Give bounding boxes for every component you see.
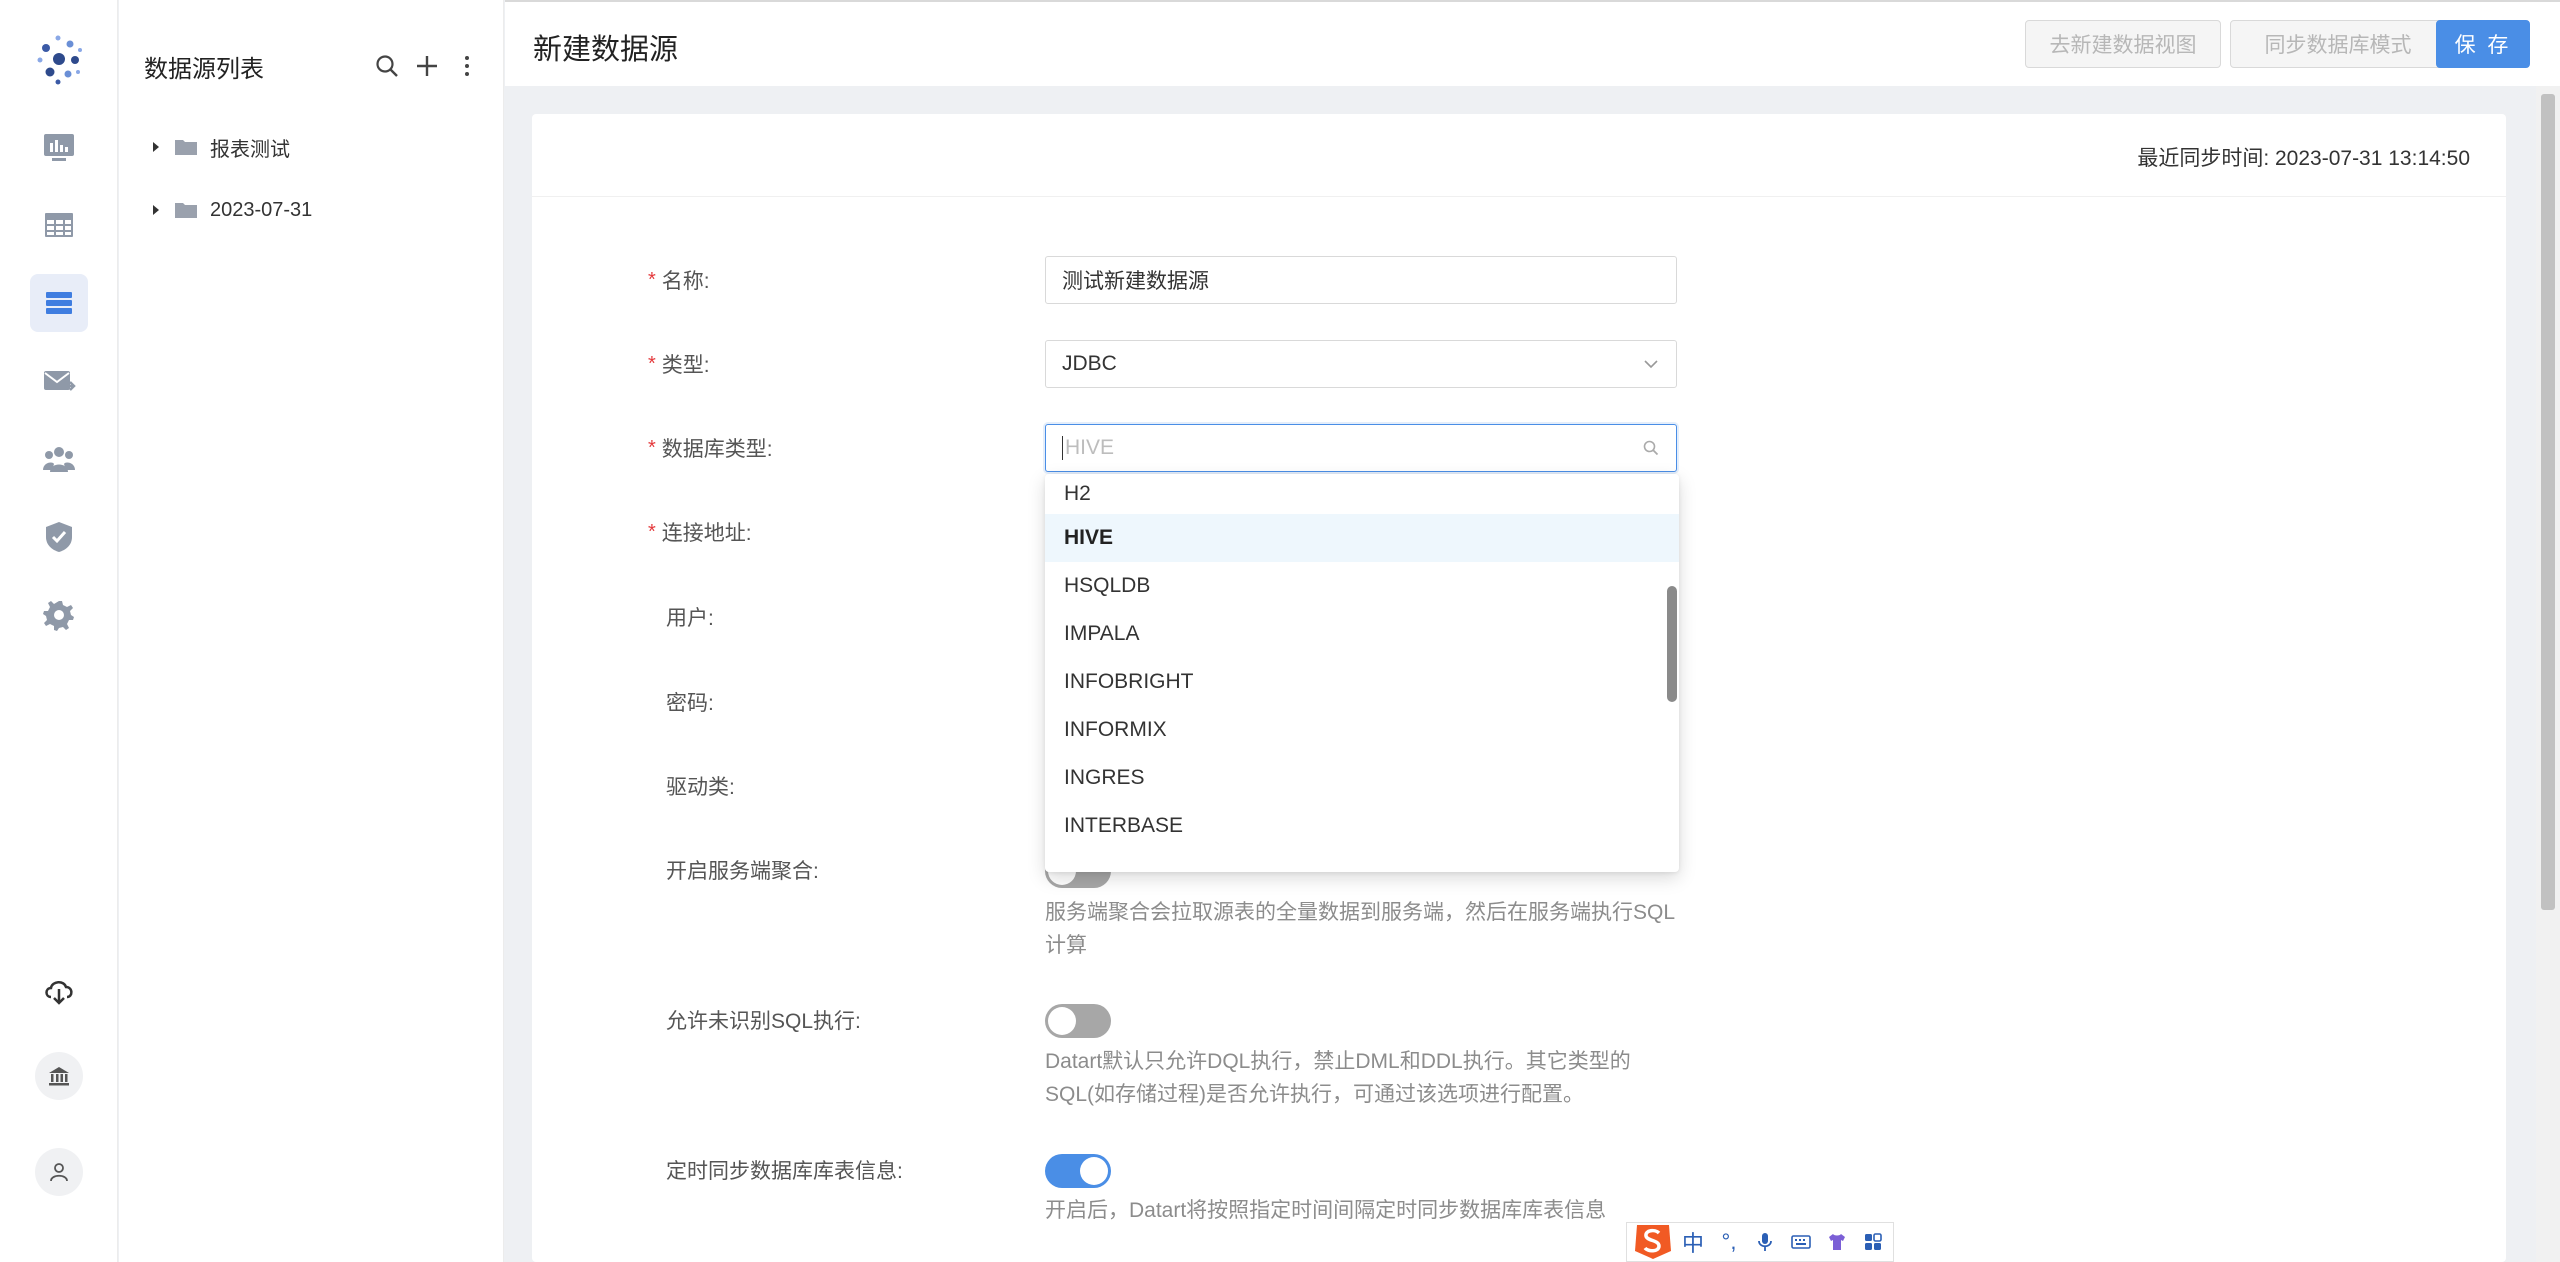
page-title: 新建数据源 bbox=[533, 34, 679, 66]
sync-schema-button[interactable]: 同步数据库模式 bbox=[2230, 20, 2446, 68]
url-label: * 连接地址: bbox=[648, 520, 752, 546]
search-button[interactable] bbox=[367, 46, 407, 86]
dropdown-option[interactable]: H2 bbox=[1045, 474, 1679, 518]
dbtype-dropdown: H2 HIVE HSQLDB IMPALA INFOBRIGHT INFORMI… bbox=[1045, 474, 1679, 872]
dropdown-option[interactable]: INGRES bbox=[1045, 754, 1679, 802]
tree-folder-item[interactable]: 2023-07-31 bbox=[144, 190, 312, 230]
add-datasource-button[interactable] bbox=[407, 46, 447, 86]
dbtype-label: * 数据库类型: bbox=[648, 436, 773, 462]
nav-members[interactable] bbox=[30, 430, 88, 488]
users-icon bbox=[43, 447, 75, 472]
more-vertical-icon bbox=[465, 56, 469, 76]
server-agg-label: 开启服务端聚合: bbox=[666, 860, 819, 883]
required-mark: * bbox=[648, 352, 656, 375]
search-icon bbox=[376, 55, 398, 77]
search-icon bbox=[1643, 440, 1659, 456]
folder-icon bbox=[175, 140, 197, 155]
sogou-ime-logo[interactable] bbox=[1631, 1221, 1675, 1261]
unknown-sql-toggle[interactable] bbox=[1045, 1004, 1111, 1038]
datasource-sidebar: 数据源列表 报表测试 2023-07-31 bbox=[119, 0, 504, 1262]
dropdown-option[interactable]: INFORMIX bbox=[1045, 706, 1679, 754]
user-label: 用户: bbox=[666, 607, 714, 630]
page-scrollbar-thumb[interactable] bbox=[2541, 94, 2555, 910]
profile-button[interactable] bbox=[35, 1148, 83, 1196]
unknown-sql-help: Datart默认只允许DQL执行，禁止DML和DDL执行。其它类型的SQL(如存… bbox=[1045, 1050, 1631, 1106]
ime-punctuation-toggle[interactable]: °, bbox=[1711, 1224, 1747, 1260]
toggle-knob bbox=[1080, 1157, 1108, 1185]
ime-keyboard[interactable] bbox=[1783, 1224, 1819, 1260]
schedule-sync-toggle[interactable] bbox=[1045, 1154, 1111, 1188]
required-mark: * bbox=[648, 436, 656, 459]
tshirt-icon bbox=[1829, 1234, 1845, 1250]
sidebar-header: 数据源列表 bbox=[144, 46, 487, 86]
last-sync-time: 最近同步时间: 2023-07-31 13:14:50 bbox=[2137, 147, 2470, 170]
divider bbox=[532, 196, 2506, 197]
ime-toolbar: 中 °, bbox=[1626, 1222, 1894, 1262]
user-icon bbox=[50, 1163, 68, 1182]
table-icon bbox=[45, 213, 73, 237]
grid-apps-icon bbox=[1865, 1233, 1882, 1250]
tree-folder-item[interactable]: 报表测试 bbox=[144, 127, 290, 167]
schedule-sync-help: 开启后，Datart将按照指定时间间隔定时同步数据库库表信息 bbox=[1045, 1199, 1607, 1222]
text-cursor bbox=[1062, 436, 1063, 460]
create-view-button[interactable]: 去新建数据视图 bbox=[2025, 20, 2221, 68]
dropdown-option[interactable]: IMPALA bbox=[1045, 610, 1679, 658]
org-button[interactable] bbox=[35, 1052, 83, 1100]
cloud-download-icon bbox=[45, 981, 73, 1005]
datasource-list-icon bbox=[46, 292, 72, 314]
required-mark: * bbox=[648, 268, 656, 291]
folder-icon bbox=[175, 203, 197, 218]
tree-item-label: 2023-07-31 bbox=[210, 198, 313, 221]
page-header: 新建数据源 去新建数据视图 同步数据库模式 保 存 bbox=[505, 0, 2560, 86]
dropdown-option[interactable]: HSQLDB bbox=[1045, 562, 1679, 610]
dropdown-option[interactable]: INTERBASE bbox=[1045, 802, 1679, 850]
shield-check-icon bbox=[46, 522, 72, 552]
dropdown-option-selected[interactable]: HIVE bbox=[1045, 514, 1679, 562]
dashboard-icon bbox=[44, 134, 74, 161]
type-select[interactable]: JDBC bbox=[1045, 340, 1677, 388]
microphone-icon bbox=[1758, 1233, 1772, 1251]
server-agg-help: 服务端聚合会拉取源表的全量数据到服务端，然后在服务端执行SQL计算 bbox=[1045, 901, 1676, 957]
nav-views[interactable] bbox=[30, 196, 88, 254]
dbtype-search-input[interactable]: HIVE bbox=[1045, 424, 1677, 472]
ime-voice[interactable] bbox=[1747, 1224, 1783, 1260]
toggle-knob bbox=[1048, 1007, 1076, 1035]
tree-item-label: 报表测试 bbox=[210, 138, 290, 161]
mail-icon bbox=[44, 371, 76, 391]
ime-toolbox[interactable] bbox=[1855, 1224, 1891, 1260]
ime-lang-toggle[interactable]: 中 bbox=[1675, 1224, 1711, 1260]
required-mark: * bbox=[648, 520, 656, 543]
password-label: 密码: bbox=[666, 692, 714, 715]
type-label: * 类型: bbox=[648, 352, 710, 378]
save-button[interactable]: 保 存 bbox=[2436, 20, 2530, 68]
caret-right-icon[interactable] bbox=[144, 204, 168, 216]
page-scrollbar[interactable] bbox=[2536, 86, 2560, 1262]
plus-icon bbox=[417, 56, 437, 76]
chevron-down-icon bbox=[1644, 360, 1658, 369]
caret-right-icon[interactable] bbox=[144, 141, 168, 153]
more-button[interactable] bbox=[447, 46, 487, 86]
nav-schedules[interactable] bbox=[30, 352, 88, 410]
nav-settings[interactable] bbox=[30, 586, 88, 644]
bank-icon bbox=[49, 1067, 69, 1086]
nav-dashboard[interactable] bbox=[30, 118, 88, 176]
name-input[interactable]: 测试新建数据源 bbox=[1045, 256, 1677, 304]
unknown-sql-label: 允许未识别SQL执行: bbox=[666, 1010, 861, 1033]
ime-skin[interactable] bbox=[1819, 1224, 1855, 1260]
dropdown-scrollbar[interactable] bbox=[1667, 586, 1677, 702]
app-nav-rail bbox=[0, 0, 118, 1262]
sidebar-title: 数据源列表 bbox=[144, 55, 264, 83]
datart-logo[interactable] bbox=[30, 30, 88, 88]
nav-download[interactable] bbox=[30, 961, 88, 1019]
name-label: * 名称: bbox=[648, 268, 710, 294]
driver-label: 驱动类: bbox=[666, 776, 735, 799]
nav-datasources[interactable] bbox=[30, 274, 88, 332]
schedule-sync-label: 定时同步数据库库表信息: bbox=[666, 1160, 903, 1183]
nav-permissions[interactable] bbox=[30, 508, 88, 566]
keyboard-icon bbox=[1791, 1235, 1811, 1249]
dropdown-option[interactable]: INFOBRIGHT bbox=[1045, 658, 1679, 706]
gear-icon bbox=[43, 601, 74, 631]
